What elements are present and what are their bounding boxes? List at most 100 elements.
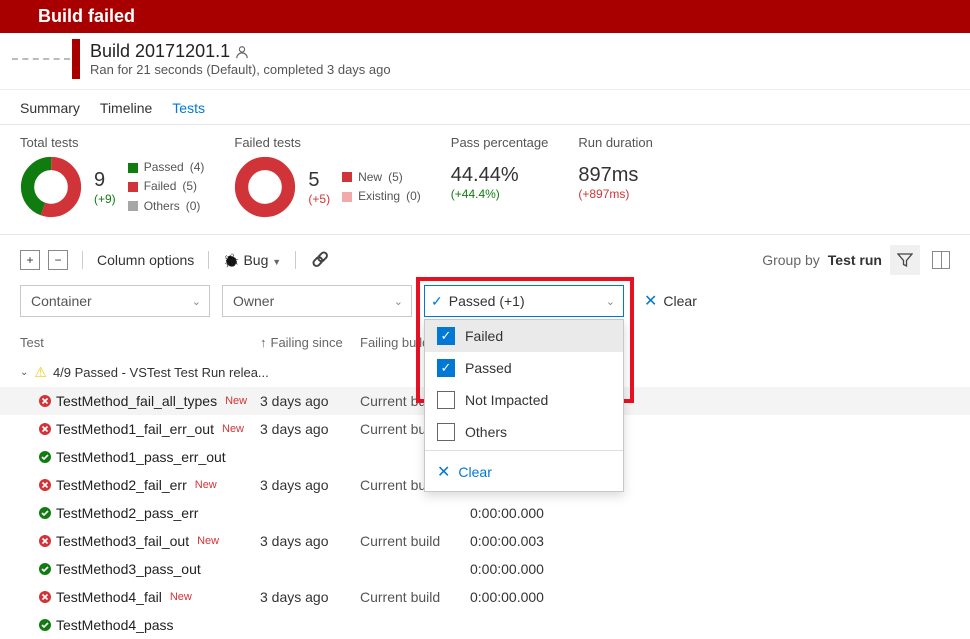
- failing-since: 3 days ago: [260, 421, 360, 437]
- fail-icon: [38, 590, 56, 604]
- group-by-value[interactable]: Test run: [828, 252, 882, 268]
- table-row[interactable]: TestMethod4_fail New 3 days agoCurrent bui…: [0, 583, 970, 611]
- column-options-button[interactable]: Column options: [97, 252, 194, 268]
- legend-existing: Existing: [358, 187, 400, 206]
- stat-pass-delta: (+44.4%): [451, 187, 549, 201]
- owner-dropdown[interactable]: Owner ⌄: [222, 285, 412, 317]
- build-header: Build 20171201.1 Ran for 21 seconds (Def…: [0, 33, 970, 90]
- table-row[interactable]: TestMethod3_pass_out 0:00:00.000: [0, 555, 970, 583]
- tab-tests[interactable]: Tests: [172, 100, 205, 116]
- duration: 0:00:00.000: [470, 589, 590, 605]
- collapse-button[interactable]: −: [48, 250, 68, 270]
- col-since-label: Failing since: [271, 335, 343, 350]
- outcome-option-label: Passed: [465, 360, 512, 376]
- failing-since: 3 days ago: [260, 393, 360, 409]
- failing-since: 3 days ago: [260, 533, 360, 549]
- col-since[interactable]: ↑ Failing since: [260, 335, 360, 350]
- test-name: TestMethod1_pass_err_out: [56, 449, 226, 465]
- test-name: TestMethod4_fail: [56, 589, 162, 605]
- container-label: Container: [31, 293, 92, 309]
- square-icon: [128, 182, 138, 192]
- failing-since: 3 days ago: [260, 589, 360, 605]
- stat-failed-legend: New (5) Existing (0): [342, 168, 421, 206]
- container-dropdown[interactable]: Container ⌄: [20, 285, 210, 317]
- stat-pass-pct: Pass percentage 44.44% (+44.4%): [451, 135, 549, 218]
- bug-dropdown[interactable]: Bug ▼: [223, 252, 281, 269]
- duration: 0:00:00.000: [470, 561, 590, 577]
- build-title-text: Build 20171201.1: [90, 41, 230, 61]
- filter-button[interactable]: [890, 245, 920, 275]
- outcome-option-failed[interactable]: ✓ Failed: [425, 320, 623, 352]
- stat-duration-value: 897ms: [578, 164, 652, 187]
- duration: 0:00:00.003: [470, 533, 590, 549]
- pass-icon: [38, 450, 56, 464]
- outcome-label: Passed (+1): [449, 293, 606, 309]
- status-bar-icon: [72, 39, 80, 79]
- warning-icon: ⚠: [34, 364, 47, 381]
- square-icon: [128, 201, 138, 211]
- table-row[interactable]: TestMethod4_pass: [0, 611, 970, 639]
- fail-icon: [38, 394, 56, 408]
- person-icon: [235, 45, 249, 59]
- stat-total-delta: (+9): [94, 192, 116, 206]
- clear-filters-button[interactable]: ✕ Clear: [644, 291, 697, 311]
- group-title: 4/9 Passed - VSTest Test Run relea...: [53, 365, 269, 380]
- checkbox-icon: [437, 391, 455, 409]
- donut-total-icon: [20, 156, 82, 218]
- stat-pass-label: Pass percentage: [451, 135, 549, 150]
- outcome-option-label: Failed: [465, 328, 503, 344]
- new-badge: New: [197, 535, 219, 547]
- duration: 0:00:00.000: [470, 505, 590, 521]
- stat-duration-label: Run duration: [578, 135, 652, 150]
- outcome-clear-button[interactable]: ✕ Clear: [425, 453, 623, 491]
- legend-passed-count: (4): [190, 158, 205, 177]
- build-title: Build 20171201.1: [90, 41, 391, 62]
- col-test[interactable]: Test: [20, 335, 260, 350]
- pass-icon: [38, 506, 56, 520]
- build-subtitle: Ran for 21 seconds (Default), completed …: [90, 62, 391, 77]
- columns-toggle-button[interactable]: [932, 251, 950, 269]
- outcome-option-not-impacted[interactable]: Not Impacted: [425, 384, 623, 416]
- banner-title: Build failed: [38, 6, 135, 26]
- failing-build: Current build: [360, 589, 470, 605]
- fail-icon: [38, 422, 56, 436]
- close-icon: ✕: [437, 462, 450, 482]
- stat-duration: Run duration 897ms (+897ms): [578, 135, 652, 218]
- new-badge: New: [170, 591, 192, 603]
- link-icon: [311, 252, 328, 268]
- legend-others: Others: [144, 197, 180, 216]
- test-name: TestMethod4_pass: [56, 617, 174, 633]
- test-name: TestMethod_fail_all_types: [56, 393, 217, 409]
- legend-failed: Failed: [144, 177, 177, 196]
- chevron-down-icon: ⌄: [394, 295, 403, 308]
- stat-failed: Failed tests 5 (+5) New (5) Existing (0): [234, 135, 420, 218]
- funnel-icon: [897, 252, 913, 268]
- test-name: TestMethod2_pass_err: [56, 505, 198, 521]
- sort-asc-icon: ↑: [260, 335, 267, 350]
- legend-failed-count: (5): [182, 177, 197, 196]
- stat-failed-delta: (+5): [308, 192, 330, 206]
- outcome-option-passed[interactable]: ✓ Passed: [425, 352, 623, 384]
- tabs: Summary Timeline Tests: [0, 90, 970, 125]
- test-name: TestMethod3_pass_out: [56, 561, 201, 577]
- outcome-option-others[interactable]: Others: [425, 416, 623, 448]
- table-row[interactable]: TestMethod2_pass_err 0:00:00.000: [0, 499, 970, 527]
- failing-build: Current build: [360, 533, 470, 549]
- link-button[interactable]: [310, 250, 330, 270]
- test-name: TestMethod3_fail_out: [56, 533, 189, 549]
- owner-label: Owner: [233, 293, 274, 309]
- donut-failed-icon: [234, 156, 296, 218]
- square-icon: [342, 172, 352, 182]
- new-badge: New: [195, 479, 217, 491]
- group-by-label: Group by: [762, 252, 820, 268]
- table-row[interactable]: TestMethod3_fail_out New 3 days agoCurrent…: [0, 527, 970, 555]
- square-icon: [128, 163, 138, 173]
- stat-total: Total tests 9 (+9) Passed (4) Failed (5)…: [20, 135, 204, 218]
- expand-button[interactable]: +: [20, 250, 40, 270]
- stat-total-label: Total tests: [20, 135, 204, 150]
- test-name: TestMethod2_fail_err: [56, 477, 187, 493]
- tab-summary[interactable]: Summary: [20, 100, 80, 116]
- stat-total-value: 9: [94, 169, 116, 192]
- tab-timeline[interactable]: Timeline: [100, 100, 152, 116]
- outcome-dropdown[interactable]: ✓ Passed (+1) ⌄: [424, 285, 624, 317]
